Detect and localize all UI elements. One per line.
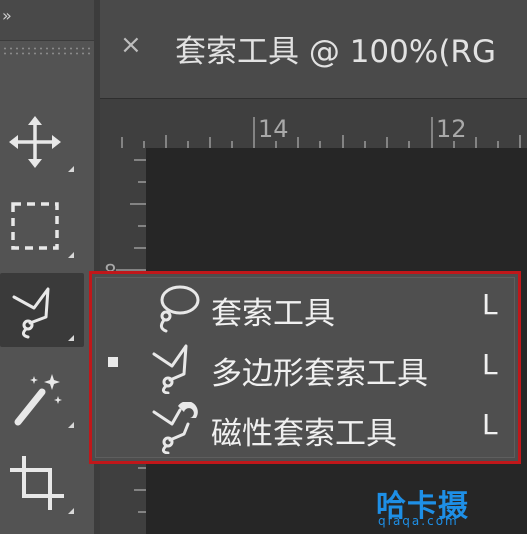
lasso-icon bbox=[159, 285, 200, 333]
marquee-tool-button[interactable] bbox=[0, 190, 94, 264]
crop-icon bbox=[10, 456, 64, 510]
magnetic-lasso-icon bbox=[152, 402, 198, 454]
menu-item-label: 磁性套索工具 bbox=[211, 416, 397, 452]
ruler-label: 12 bbox=[436, 115, 467, 143]
move-tool-button[interactable] bbox=[0, 104, 94, 178]
crop-tool-button[interactable] bbox=[0, 446, 94, 520]
magic-wand-icon bbox=[14, 374, 62, 426]
more-tools-indicator bbox=[68, 508, 74, 514]
shortcut-key: L bbox=[482, 348, 498, 381]
panel-grip[interactable] bbox=[0, 46, 94, 56]
shortcut-key: L bbox=[482, 288, 498, 321]
watermark-url: qiaqa.com bbox=[378, 514, 459, 528]
rectangular-marquee-icon bbox=[11, 202, 59, 250]
magic-wand-tool-button[interactable] bbox=[0, 360, 94, 434]
more-tools-indicator bbox=[68, 335, 74, 341]
shortcut-key: L bbox=[482, 408, 498, 441]
close-tab-icon[interactable]: × bbox=[120, 30, 142, 60]
more-tools-indicator bbox=[68, 422, 74, 428]
tools-panel-header: » bbox=[0, 0, 94, 41]
menu-item-label: 套索工具 bbox=[211, 296, 335, 332]
ruler-label: 14 bbox=[258, 115, 289, 143]
expand-panel-icon[interactable]: » bbox=[2, 6, 12, 25]
more-tools-indicator bbox=[68, 166, 74, 172]
polygonal-lasso-icon bbox=[12, 287, 50, 339]
menu-item-lasso-tool[interactable]: 套索工具 L bbox=[98, 280, 512, 336]
more-tools-indicator bbox=[68, 252, 74, 258]
menu-item-label: 多边形套索工具 bbox=[211, 356, 428, 392]
horizontal-ruler: 14 12 bbox=[100, 98, 527, 149]
menu-item-magnetic-lasso-tool[interactable]: 磁性套索工具 L bbox=[98, 400, 512, 456]
document-title: 套索工具 @ 100%(RG bbox=[175, 34, 496, 70]
move-icon bbox=[9, 116, 61, 168]
menu-item-polygonal-lasso-tool[interactable]: 多边形套索工具 L bbox=[98, 340, 512, 396]
polygonal-lasso-icon bbox=[152, 344, 188, 394]
lasso-tool-button[interactable] bbox=[0, 273, 84, 347]
